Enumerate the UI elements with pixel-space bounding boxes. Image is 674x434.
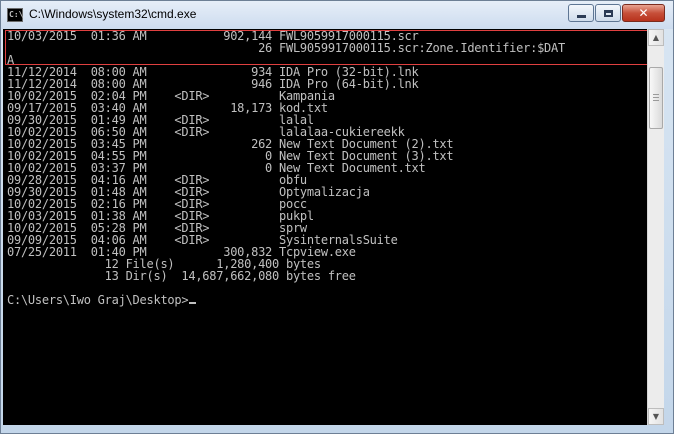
- window-title: C:\Windows\system32\cmd.exe: [29, 7, 197, 21]
- console-line: 13 Dir(s) 14,687,662,080 bytes free: [7, 269, 356, 283]
- caption-buttons: ✕: [567, 4, 665, 24]
- title-bar[interactable]: C:\ C:\Windows\system32\cmd.exe ✕: [1, 1, 673, 29]
- grip-line: [653, 100, 659, 101]
- vertical-scrollbar[interactable]: ▲ ▼: [647, 29, 664, 425]
- scroll-up-arrow-icon: ▲: [652, 33, 660, 42]
- minimize-button[interactable]: [568, 4, 594, 22]
- grip-line: [653, 97, 659, 98]
- scroll-thumb[interactable]: [649, 67, 663, 129]
- scroll-down-button[interactable]: ▼: [648, 408, 664, 425]
- minimize-icon: [576, 14, 586, 18]
- console-output[interactable]: 10/03/2015 01:36 AM 902,144 FWL905991700…: [3, 29, 647, 425]
- maximize-icon: [603, 9, 613, 17]
- text-cursor: [189, 302, 197, 304]
- console-line: C:\Users\Iwo Graj\Desktop>: [7, 294, 565, 306]
- console-line: 26 FWL9059917000115.scr:Zone.Identifier:…: [7, 41, 565, 55]
- grip-line: [653, 94, 659, 95]
- console-text: 10/03/2015 01:36 AM 902,144 FWL905991700…: [7, 30, 565, 306]
- scroll-up-button[interactable]: ▲: [648, 29, 664, 46]
- maximize-button[interactable]: [595, 4, 621, 22]
- close-icon: ✕: [638, 6, 649, 20]
- scroll-down-arrow-icon: ▼: [652, 412, 660, 421]
- close-button[interactable]: ✕: [622, 4, 665, 22]
- cmd-app-icon[interactable]: C:\: [7, 8, 23, 22]
- cmd-window: C:\ C:\Windows\system32\cmd.exe ✕ 10/03/…: [0, 0, 674, 434]
